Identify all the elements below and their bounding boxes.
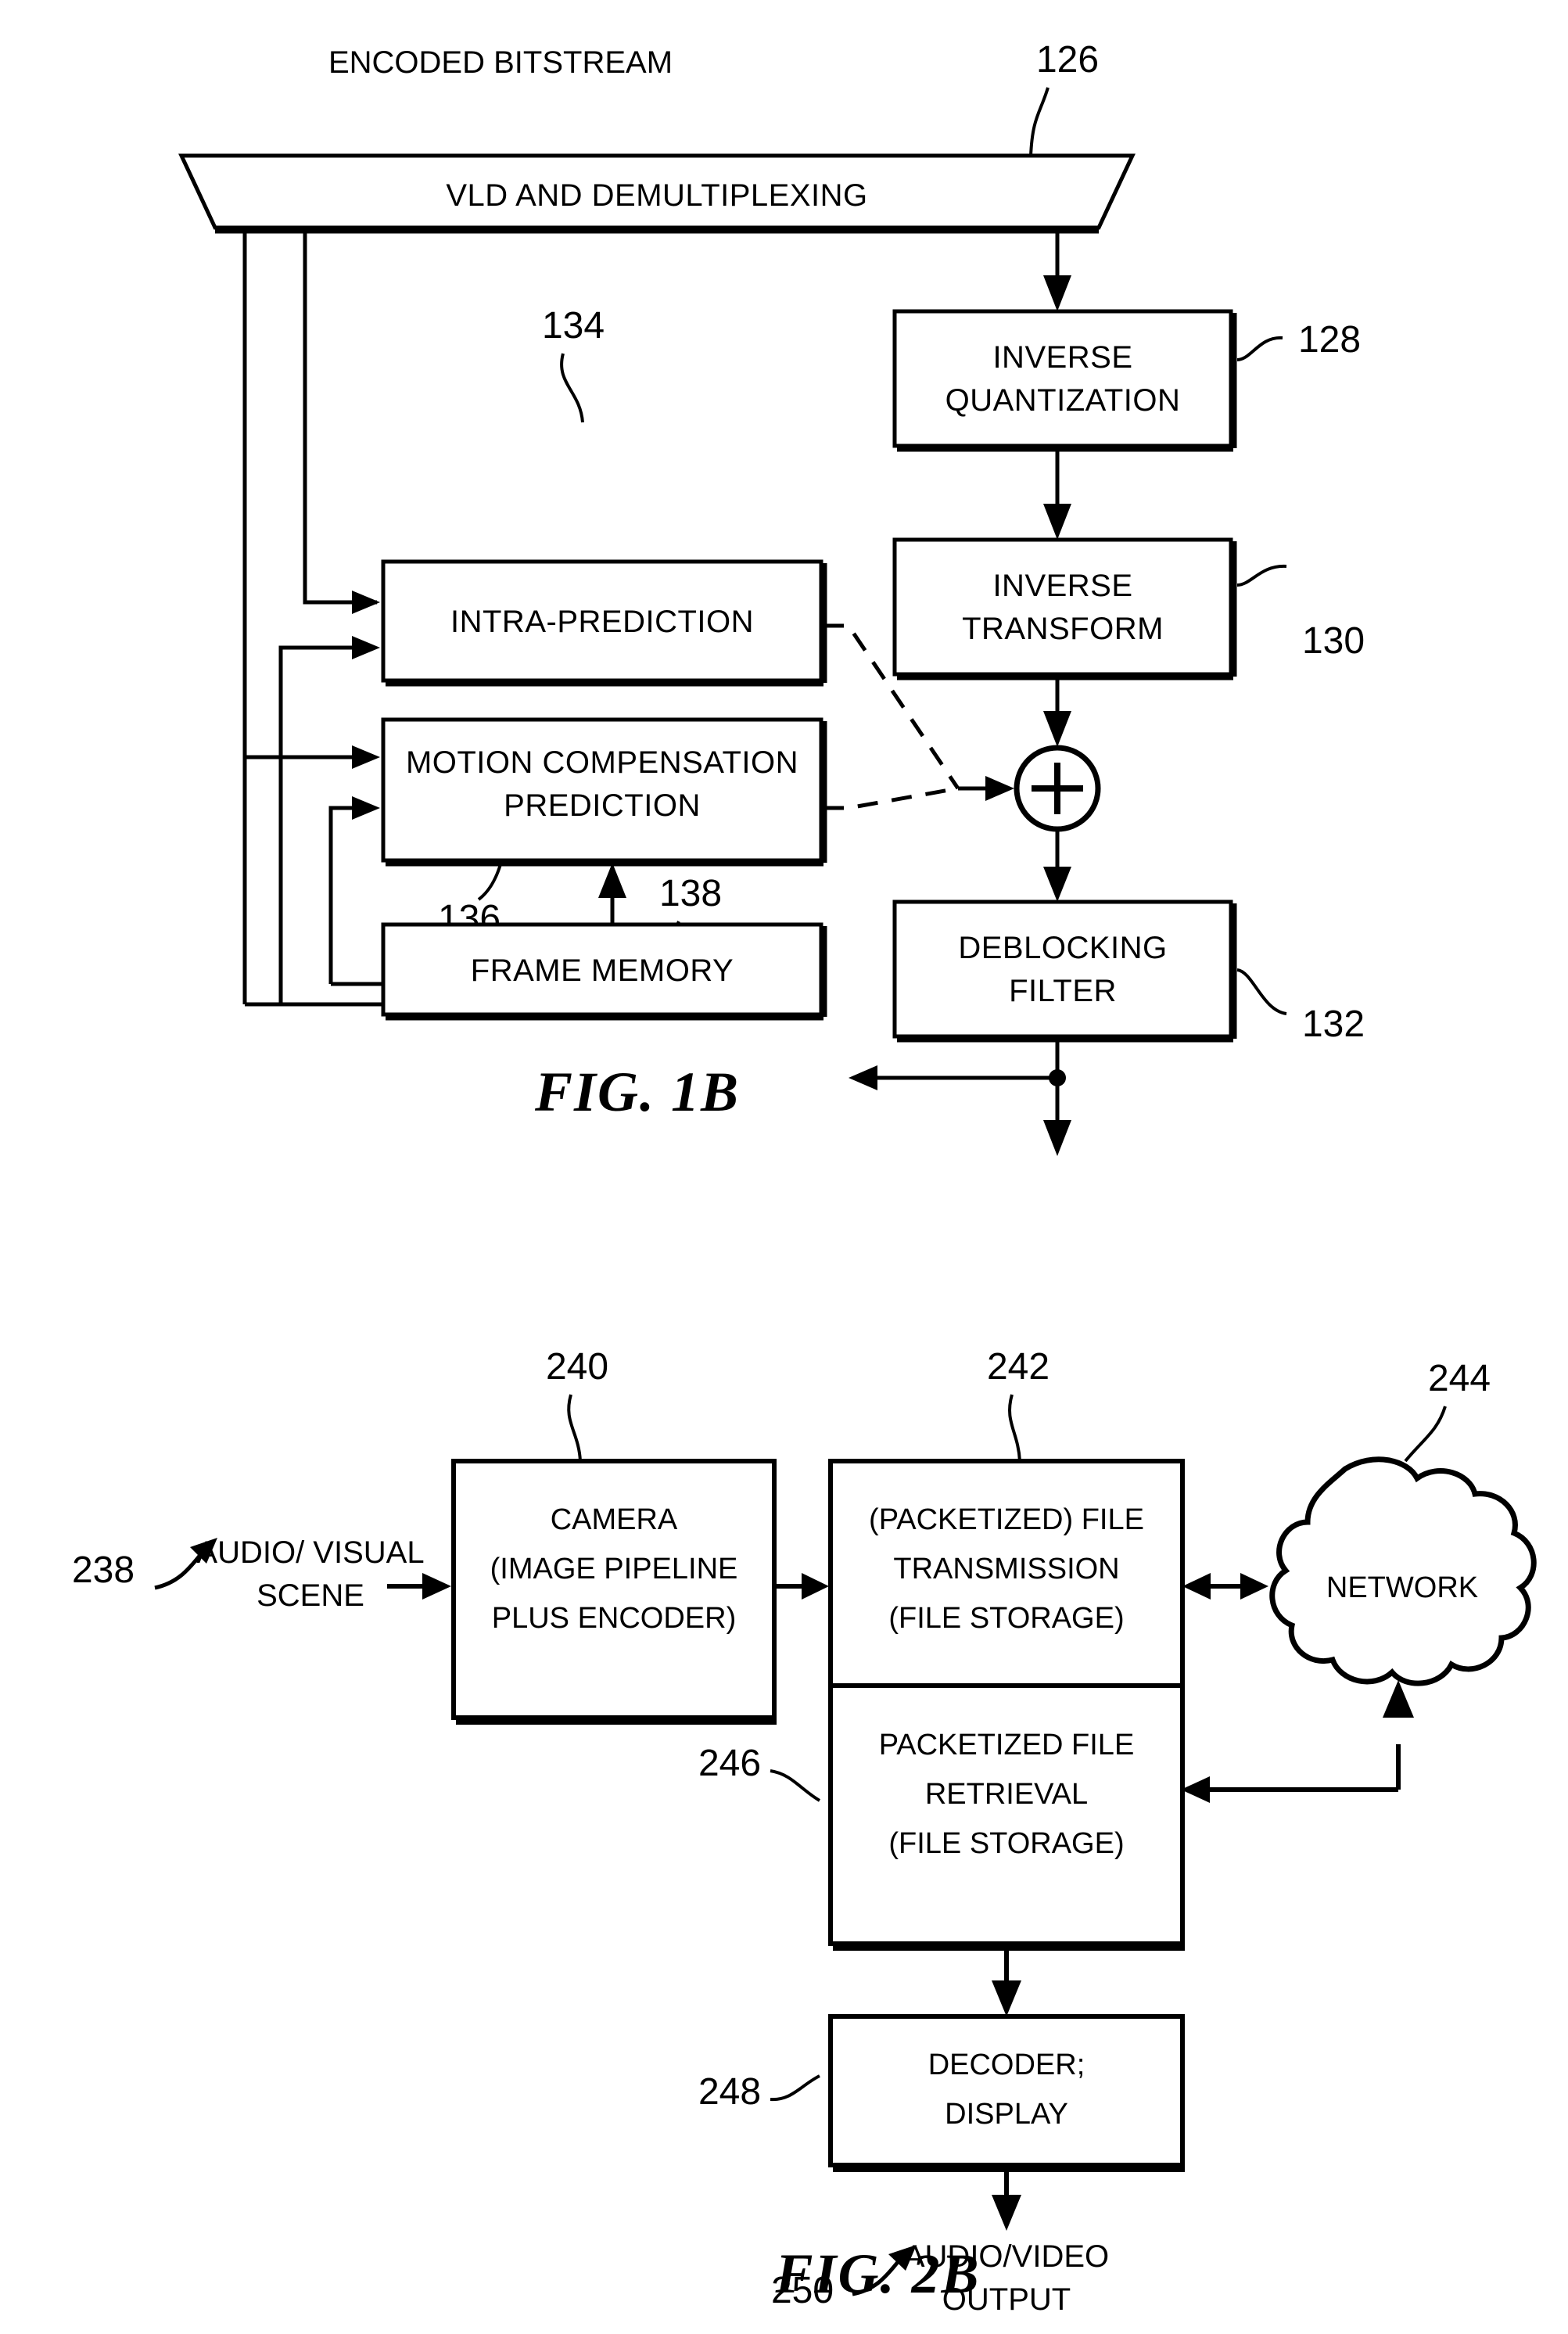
fig-1b-caption: FIG. 1B bbox=[534, 1061, 740, 1123]
patent-drawing-sheet: ENCODED BITSTREAM 126 VLD AND DEMULTIPLE… bbox=[0, 0, 1568, 2334]
file-retrieval-line2: RETRIEVAL bbox=[925, 1778, 1088, 1811]
motion-compensation-line1: MOTION COMPENSATION bbox=[406, 745, 798, 780]
frame-memory-label: FRAME MEMORY bbox=[471, 953, 734, 988]
ref-134: 134 bbox=[542, 305, 605, 347]
audio-video-output-line1: AUDIO/VIDEO bbox=[904, 2239, 1109, 2274]
ref-246: 246 bbox=[698, 1743, 761, 1784]
ref-244: 244 bbox=[1428, 1358, 1491, 1399]
file-transmission-line1: (PACKETIZED) FILE bbox=[869, 1503, 1144, 1536]
ref-248: 248 bbox=[698, 2071, 761, 2113]
audio-visual-scene-line1: AUDIO/ VISUAL bbox=[196, 1535, 424, 1570]
audio-visual-scene-line2: SCENE bbox=[257, 1578, 364, 1613]
deblocking-filter-line1: DEBLOCKING bbox=[958, 931, 1167, 965]
inverse-quantization-block bbox=[892, 309, 1233, 448]
file-transmission-line3: (FILE STORAGE) bbox=[888, 1602, 1124, 1635]
inverse-transform-line1: INVERSE bbox=[992, 569, 1132, 603]
deblocking-filter-block bbox=[892, 899, 1233, 1039]
ref-126: 126 bbox=[1036, 39, 1099, 81]
file-retrieval-line1: PACKETIZED FILE bbox=[879, 1729, 1135, 1761]
inverse-quantization-line1: INVERSE bbox=[992, 340, 1132, 375]
ref-242: 242 bbox=[987, 1346, 1050, 1388]
network-label: NETWORK bbox=[1326, 1571, 1478, 1604]
inverse-quantization-line2: QUANTIZATION bbox=[945, 383, 1181, 418]
file-retrieval-line3: (FILE STORAGE) bbox=[888, 1827, 1124, 1860]
encoded-bitstream-label: ENCODED BITSTREAM bbox=[328, 45, 673, 80]
ref-138: 138 bbox=[659, 873, 722, 914]
camera-block bbox=[451, 1459, 777, 1720]
vld-block-label: VLD AND DEMULTIPLEXING bbox=[446, 178, 867, 213]
decoder-display-line2: DISPLAY bbox=[945, 2098, 1068, 2131]
motion-compensation-line2: PREDICTION bbox=[504, 788, 701, 823]
file-transmission-block bbox=[828, 1459, 1185, 1720]
audio-video-output-line2: OUTPUT bbox=[942, 2282, 1071, 2317]
camera-line3: PLUS ENCODER) bbox=[492, 1602, 737, 1635]
decoder-display-block bbox=[828, 2014, 1185, 2167]
camera-line2: (IMAGE PIPELINE bbox=[490, 1553, 738, 1585]
intra-prediction-label: INTRA-PREDICTION bbox=[450, 605, 754, 639]
file-transmission-line2: TRANSMISSION bbox=[893, 1553, 1119, 1585]
ref-250: 250 bbox=[771, 2270, 834, 2311]
file-retrieval-block bbox=[828, 1683, 1185, 1946]
inverse-transform-block bbox=[892, 537, 1233, 677]
ref-130: 130 bbox=[1302, 620, 1365, 662]
ref-240: 240 bbox=[546, 1346, 608, 1388]
deblocking-filter-line2: FILTER bbox=[1009, 974, 1117, 1008]
ref-238: 238 bbox=[72, 1549, 135, 1591]
ref-132: 132 bbox=[1302, 1004, 1365, 1045]
camera-line1: CAMERA bbox=[551, 1503, 678, 1536]
ref-128: 128 bbox=[1298, 319, 1361, 361]
decoder-display-line1: DECODER; bbox=[928, 2049, 1085, 2081]
inverse-transform-line2: TRANSFORM bbox=[962, 612, 1164, 646]
